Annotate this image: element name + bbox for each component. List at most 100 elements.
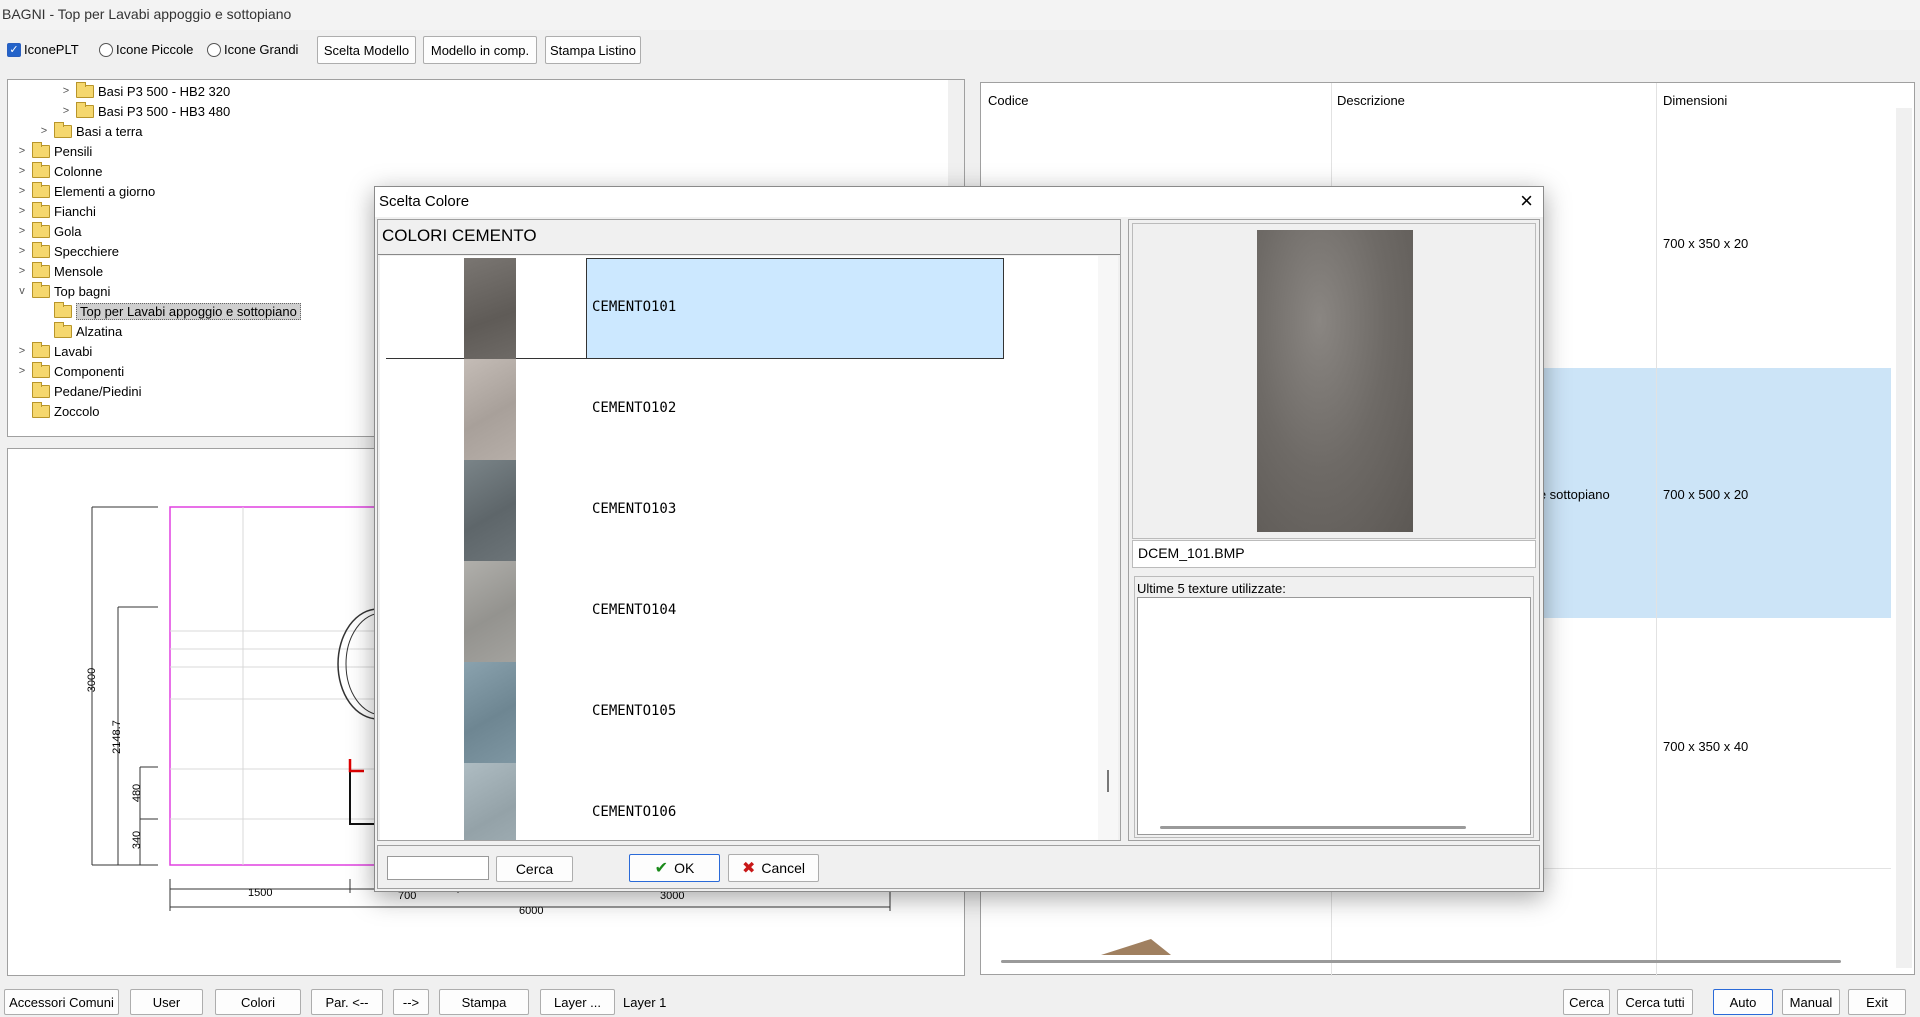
radio-icon	[207, 42, 221, 57]
icone-plt-checkbox[interactable]: ✓ IconePLT	[7, 42, 79, 57]
folder-icon	[32, 261, 50, 278]
chevron-right-icon: >	[18, 145, 26, 157]
folder-icon	[32, 141, 50, 158]
ok-button[interactable]: ✔ OK	[629, 854, 720, 882]
swatch-item[interactable]: CEMENTO101	[380, 258, 1100, 359]
tree-node[interactable]: > Elementi a giorno	[16, 181, 155, 201]
manual-button[interactable]: Manual	[1782, 989, 1840, 1015]
tree-node[interactable]: > Gola	[16, 221, 81, 241]
tree-node[interactable]: > Basi P3 500 - HB2 320	[60, 81, 230, 101]
accessori-comuni-button[interactable]: Accessori Comuni	[4, 989, 119, 1015]
folder-icon	[32, 221, 50, 238]
dimension-label: 340	[131, 830, 144, 850]
layer-button[interactable]: Layer ...	[540, 989, 615, 1015]
swatch-item[interactable]: CEMENTO105	[380, 662, 1100, 763]
color-dialog: Scelta Colore × COLORI CEMENTO CEMENTO10…	[374, 186, 1544, 892]
tree-node[interactable]: v Top bagni	[16, 281, 110, 301]
check-icon: ✓	[7, 42, 21, 57]
dialog-footer: Cerca ✔ OK ✖ Cancel	[377, 845, 1540, 889]
forward-button[interactable]: -->	[393, 989, 429, 1015]
tree-node[interactable]: > Mensole	[16, 261, 103, 281]
chevron-right-icon: >	[18, 265, 26, 277]
texture-swatch	[464, 359, 516, 460]
tree-node[interactable]: > Pensili	[16, 141, 92, 161]
icone-piccole-radio[interactable]: Icone Piccole	[99, 42, 193, 57]
table-cell: 700 x 500 x 20	[1663, 487, 1749, 502]
tree-node-label: Pedane/Piedini	[54, 383, 142, 399]
dimension-label: 6000	[519, 905, 544, 917]
folder-icon	[54, 121, 72, 138]
tree-node-label: Zoccolo	[54, 403, 100, 419]
chevron-right-icon: >	[18, 225, 26, 237]
column-header-codice[interactable]: Codice	[988, 93, 1028, 108]
user-button[interactable]: User	[130, 989, 203, 1015]
swatch-label: CEMENTO101	[592, 299, 677, 315]
column-header-descrizione[interactable]: Descrizione	[1337, 93, 1405, 108]
close-icon[interactable]: ×	[1520, 190, 1533, 212]
tree-node[interactable]: Zoccolo	[28, 401, 100, 421]
tree-node[interactable]: > Specchiere	[16, 241, 119, 261]
tree-node[interactable]: > Colonne	[16, 161, 102, 181]
recent-textures-list[interactable]	[1137, 597, 1531, 835]
tree-node-label: Elementi a giorno	[54, 183, 156, 199]
search-input[interactable]	[387, 856, 489, 880]
folder-icon	[32, 361, 50, 378]
exit-button[interactable]: Exit	[1848, 989, 1906, 1015]
icone-grandi-radio[interactable]: Icone Grandi	[207, 42, 298, 57]
swatch-label: CEMENTO106	[592, 804, 677, 820]
tree-node-label: Fianchi	[54, 203, 96, 219]
chevron-right-icon: >	[40, 125, 48, 137]
folder-icon	[32, 201, 50, 218]
swatch-item[interactable]: CEMENTO102	[380, 359, 1100, 460]
tree-node-label: Componenti	[54, 363, 125, 379]
cancel-button[interactable]: ✖ Cancel	[728, 854, 819, 882]
tree-node-selected[interactable]: Top per Lavabi appoggio e sottopiano	[50, 301, 301, 321]
tree-node[interactable]: > Lavabi	[16, 341, 92, 361]
dimension-label: 3000	[86, 667, 99, 693]
swatch-item[interactable]: CEMENTO106	[380, 763, 1100, 840]
recent-label: Ultime 5 texture utilizzate:	[1137, 581, 1286, 596]
table-scrollbar[interactable]	[1896, 108, 1912, 968]
dialog-title: Scelta Colore	[379, 193, 470, 210]
horizontal-scrollbar[interactable]	[1160, 826, 1466, 829]
table-cell: 700 x 350 x 40	[1663, 739, 1749, 754]
tree-node[interactable]: Alzatina	[50, 321, 122, 341]
swatch-label: CEMENTO105	[592, 703, 677, 719]
swatch-item[interactable]: CEMENTO103	[380, 460, 1100, 561]
ok-label: OK	[674, 860, 695, 876]
texture-preview	[1257, 230, 1413, 532]
tree-node[interactable]: Pedane/Piedini	[28, 381, 141, 401]
stampa-listino-button[interactable]: Stampa Listino	[545, 36, 641, 64]
par-back-button[interactable]: Par. <--	[311, 989, 383, 1015]
scelta-modello-button[interactable]: Scelta Modello	[317, 36, 416, 64]
chevron-right-icon: >	[62, 105, 70, 117]
tree-node[interactable]: > Componenti	[16, 361, 124, 381]
swatch-label: CEMENTO102	[592, 400, 677, 416]
folder-icon	[76, 101, 94, 118]
cerca-tutti-button[interactable]: Cerca tutti	[1617, 989, 1693, 1015]
texture-swatch	[464, 763, 516, 840]
swatch-list: CEMENTO101 CEMENTO102 CEMENTO103 CEMENTO…	[380, 256, 1118, 840]
toolbar: ✓ IconePLT Icone Piccole Icone Grandi Sc…	[0, 30, 1920, 72]
swatch-item[interactable]: CEMENTO104	[380, 561, 1100, 662]
list-scrollbar[interactable]	[1098, 256, 1118, 840]
cerca-button[interactable]: Cerca	[1563, 989, 1610, 1015]
window-title: BAGNI - Top per Lavabi appoggio e sottop…	[0, 0, 1920, 30]
column-header-dimensioni[interactable]: Dimensioni	[1663, 93, 1727, 108]
folder-icon	[32, 381, 50, 398]
cerca-button[interactable]: Cerca	[496, 856, 573, 882]
recent-textures-group: Ultime 5 texture utilizzate:	[1134, 576, 1534, 838]
chevron-right-icon: >	[18, 185, 26, 197]
swatch-label: CEMENTO103	[592, 501, 677, 517]
swatch-label: CEMENTO104	[592, 602, 677, 618]
auto-button[interactable]: Auto	[1713, 989, 1773, 1015]
modello-in-comp-button[interactable]: Modello in comp.	[423, 36, 537, 64]
layer-label: Layer 1	[623, 995, 667, 1010]
stampa-button[interactable]: Stampa	[439, 989, 529, 1015]
tree-node[interactable]: > Basi a terra	[38, 121, 142, 141]
tree-node-label: Mensole	[54, 263, 104, 279]
colori-button[interactable]: Colori	[215, 989, 301, 1015]
dimension-label: 480	[131, 783, 144, 803]
tree-node[interactable]: > Basi P3 500 - HB3 480	[60, 101, 230, 121]
tree-node[interactable]: > Fianchi	[16, 201, 96, 221]
